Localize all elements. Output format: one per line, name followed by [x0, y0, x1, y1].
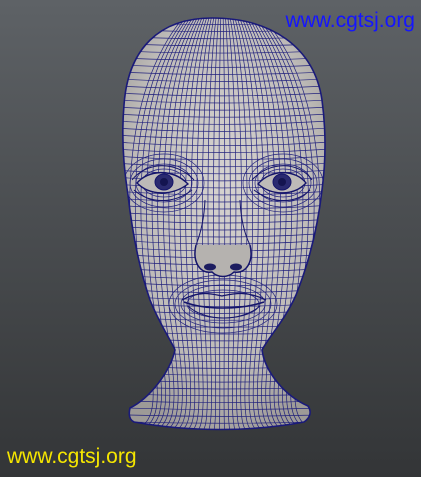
- wireframe-head-model: [121, 17, 326, 431]
- watermark-bottom: www.cgtsj.org: [7, 445, 137, 468]
- watermark-top: www.cgtsj.org: [285, 9, 415, 32]
- viewport: www.cgtsj.org www.cgtsj.org: [0, 0, 421, 477]
